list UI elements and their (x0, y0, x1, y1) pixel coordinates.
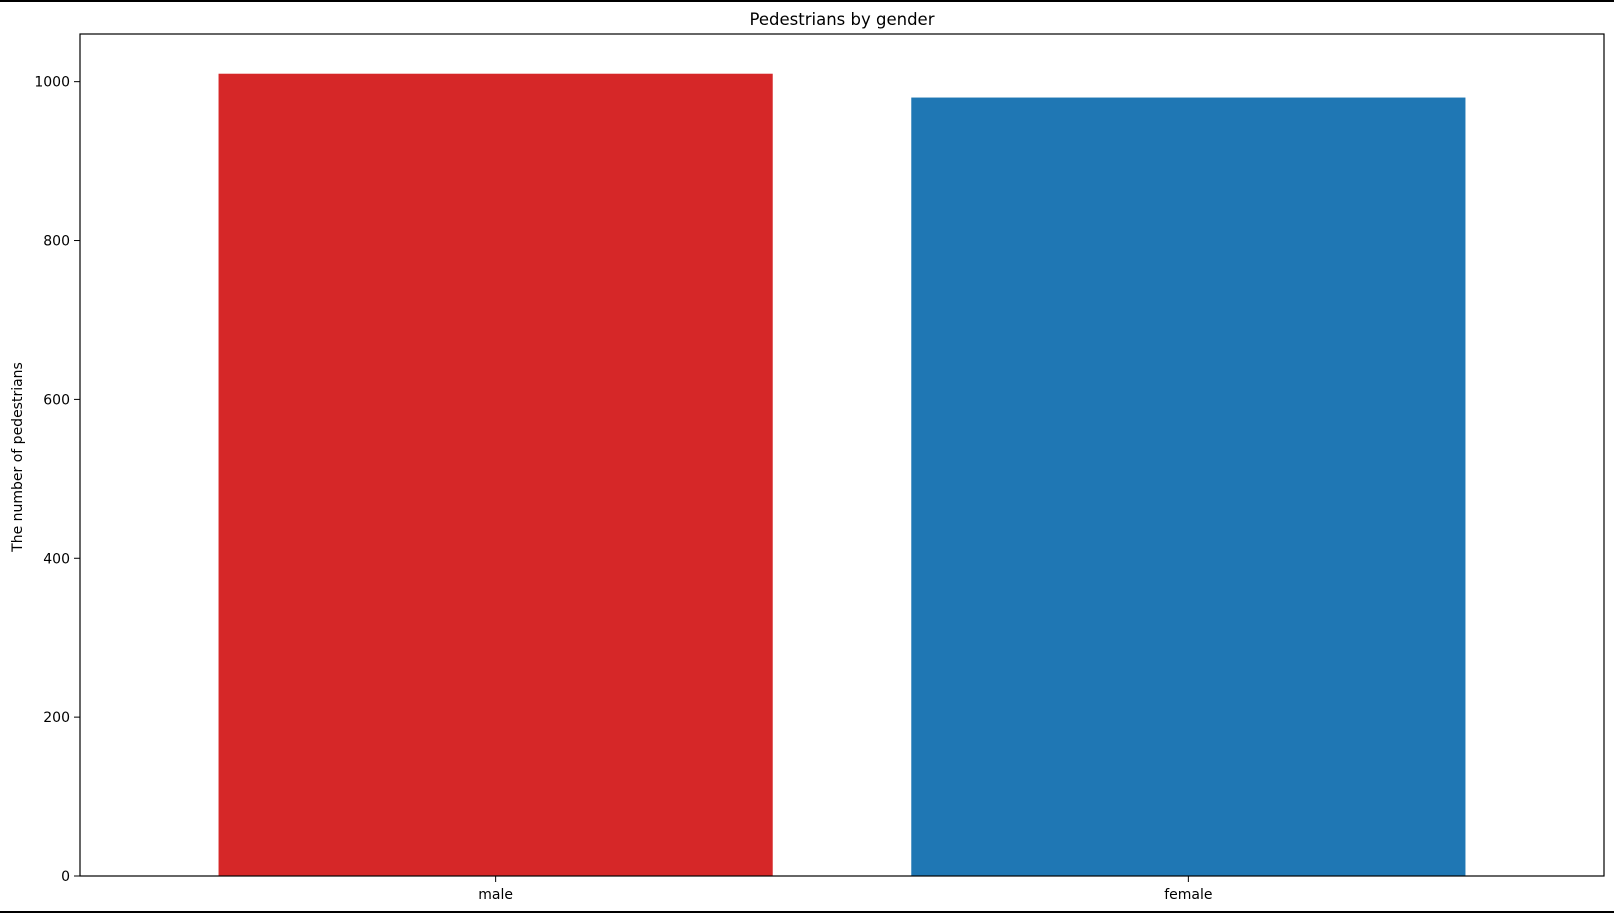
x-tick-label-female: female (1164, 887, 1212, 903)
y-tick-label-800: 800 (43, 234, 70, 250)
y-ticks-group: 0 200 400 600 800 1000 (34, 75, 80, 885)
bars-group (218, 73, 1466, 876)
bar-chart: Pedestrians by gender The number of pede… (10, 10, 1605, 903)
bar-female (911, 97, 1466, 876)
y-tick-label-200: 200 (43, 710, 70, 726)
y-axis-label: The number of pedestrians (10, 362, 26, 553)
x-ticks-group: male female (478, 876, 1212, 903)
y-tick-label-0: 0 (61, 869, 70, 885)
y-tick-label-400: 400 (43, 551, 70, 567)
y-tick-label-1000: 1000 (34, 75, 70, 91)
chart-title: Pedestrians by gender (750, 10, 935, 29)
x-tick-label-male: male (478, 887, 513, 903)
y-tick-label-600: 600 (43, 392, 70, 408)
bar-male (218, 73, 773, 876)
